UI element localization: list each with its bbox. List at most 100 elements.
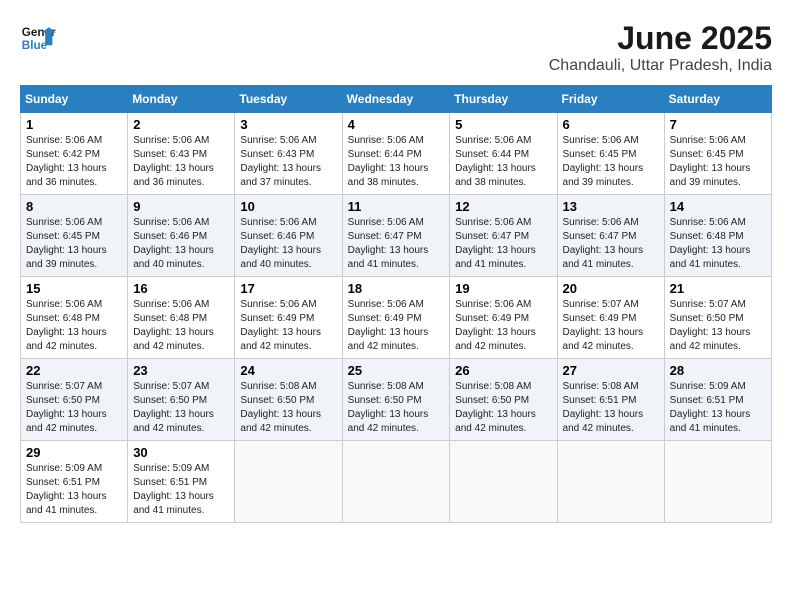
- day-number: 13: [563, 199, 659, 214]
- calendar-cell: 14 Sunrise: 5:06 AMSunset: 6:48 PMDayligh…: [664, 195, 771, 277]
- calendar-cell: [450, 441, 557, 523]
- day-info: Sunrise: 5:09 AMSunset: 6:51 PMDaylight:…: [26, 462, 122, 518]
- day-number: 9: [133, 199, 229, 214]
- calendar-cell: 16 Sunrise: 5:06 AMSunset: 6:48 PMDayligh…: [128, 277, 235, 359]
- day-number: 14: [670, 199, 766, 214]
- calendar-cell: 22Sunrise: 5:07 AMSunset: 6:50 PMDayligh…: [21, 359, 128, 441]
- calendar-cell: 13 Sunrise: 5:06 AMSunset: 6:47 PMDayligh…: [557, 195, 664, 277]
- calendar-row-4: 29 Sunrise: 5:09 AMSunset: 6:51 PMDayligh…: [21, 441, 772, 523]
- day-info: Sunrise: 5:06 AMSunset: 6:42 PMDaylight:…: [26, 134, 122, 190]
- day-info: Sunrise: 5:06 AMSunset: 6:47 PMDaylight:…: [348, 216, 445, 272]
- day-info: Sunrise: 5:06 AMSunset: 6:45 PMDaylight:…: [670, 134, 766, 190]
- location-title: Chandauli, Uttar Pradesh, India: [549, 57, 772, 75]
- day-info: Sunrise: 5:06 AMSunset: 6:47 PMDaylight:…: [455, 216, 551, 272]
- calendar-cell: 7 Sunrise: 5:06 AMSunset: 6:45 PMDaylight…: [664, 113, 771, 195]
- day-info: Sunrise: 5:06 AMSunset: 6:43 PMDaylight:…: [133, 134, 229, 190]
- day-info: Sunrise: 5:07 AMSunset: 6:50 PMDaylight:…: [133, 380, 229, 436]
- day-number: 27: [563, 363, 659, 378]
- day-info: Sunrise: 5:06 AMSunset: 6:48 PMDaylight:…: [26, 298, 122, 354]
- day-info: Sunrise: 5:09 AMSunset: 6:51 PMDaylight:…: [133, 462, 229, 518]
- calendar-cell: 5 Sunrise: 5:06 AMSunset: 6:44 PMDaylight…: [450, 113, 557, 195]
- calendar-cell: 26 Sunrise: 5:08 AMSunset: 6:50 PMDayligh…: [450, 359, 557, 441]
- day-info: Sunrise: 5:06 AMSunset: 6:49 PMDaylight:…: [348, 298, 445, 354]
- calendar-row-1: 8Sunrise: 5:06 AMSunset: 6:45 PMDaylight…: [21, 195, 772, 277]
- day-info: Sunrise: 5:06 AMSunset: 6:44 PMDaylight:…: [455, 134, 551, 190]
- calendar-cell: 19Sunrise: 5:06 AMSunset: 6:49 PMDayligh…: [450, 277, 557, 359]
- title-area: June 2025 Chandauli, Uttar Pradesh, Indi…: [549, 20, 772, 75]
- day-number: 20: [563, 281, 659, 296]
- day-info: Sunrise: 5:07 AMSunset: 6:50 PMDaylight:…: [670, 298, 766, 354]
- day-info: Sunrise: 5:06 AMSunset: 6:44 PMDaylight:…: [348, 134, 445, 190]
- calendar-cell: 24 Sunrise: 5:08 AMSunset: 6:50 PMDayligh…: [235, 359, 342, 441]
- calendar-cell: 27 Sunrise: 5:08 AMSunset: 6:51 PMDayligh…: [557, 359, 664, 441]
- day-number: 15: [26, 281, 122, 296]
- day-number: 30: [133, 445, 229, 460]
- weekday-header-thursday: Thursday: [450, 86, 557, 113]
- day-number: 28: [670, 363, 766, 378]
- weekday-header-friday: Friday: [557, 86, 664, 113]
- day-info: Sunrise: 5:06 AMSunset: 6:47 PMDaylight:…: [563, 216, 659, 272]
- day-number: 29: [26, 445, 122, 460]
- day-info: Sunrise: 5:06 AMSunset: 6:46 PMDaylight:…: [240, 216, 336, 272]
- calendar-cell: 1 Sunrise: 5:06 AMSunset: 6:42 PMDaylight…: [21, 113, 128, 195]
- calendar-cell: 20 Sunrise: 5:07 AMSunset: 6:49 PMDayligh…: [557, 277, 664, 359]
- day-number: 21: [670, 281, 766, 296]
- day-number: 7: [670, 117, 766, 132]
- calendar-cell: [664, 441, 771, 523]
- logo: General Blue: [20, 20, 56, 56]
- calendar-cell: 23 Sunrise: 5:07 AMSunset: 6:50 PMDayligh…: [128, 359, 235, 441]
- calendar-cell: 8Sunrise: 5:06 AMSunset: 6:45 PMDaylight…: [21, 195, 128, 277]
- day-number: 12: [455, 199, 551, 214]
- day-number: 5: [455, 117, 551, 132]
- day-number: 3: [240, 117, 336, 132]
- calendar-cell: 9Sunrise: 5:06 AMSunset: 6:46 PMDaylight…: [128, 195, 235, 277]
- day-number: 18: [348, 281, 445, 296]
- day-number: 6: [563, 117, 659, 132]
- day-number: 1: [26, 117, 122, 132]
- month-title: June 2025: [549, 20, 772, 57]
- weekday-header-tuesday: Tuesday: [235, 86, 342, 113]
- day-number: 24: [240, 363, 336, 378]
- day-info: Sunrise: 5:06 AMSunset: 6:45 PMDaylight:…: [563, 134, 659, 190]
- day-number: 16: [133, 281, 229, 296]
- calendar-cell: 29 Sunrise: 5:09 AMSunset: 6:51 PMDayligh…: [21, 441, 128, 523]
- day-info: Sunrise: 5:06 AMSunset: 6:48 PMDaylight:…: [133, 298, 229, 354]
- calendar-cell: 28 Sunrise: 5:09 AMSunset: 6:51 PMDayligh…: [664, 359, 771, 441]
- calendar-cell: 4 Sunrise: 5:06 AMSunset: 6:44 PMDaylight…: [342, 113, 450, 195]
- day-info: Sunrise: 5:07 AMSunset: 6:49 PMDaylight:…: [563, 298, 659, 354]
- calendar-cell: 30 Sunrise: 5:09 AMSunset: 6:51 PMDayligh…: [128, 441, 235, 523]
- day-info: Sunrise: 5:08 AMSunset: 6:50 PMDaylight:…: [240, 380, 336, 436]
- day-number: 22: [26, 363, 122, 378]
- day-number: 4: [348, 117, 445, 132]
- day-info: Sunrise: 5:08 AMSunset: 6:50 PMDaylight:…: [455, 380, 551, 436]
- day-number: 11: [348, 199, 445, 214]
- day-info: Sunrise: 5:08 AMSunset: 6:50 PMDaylight:…: [348, 380, 445, 436]
- calendar-cell: 17 Sunrise: 5:06 AMSunset: 6:49 PMDayligh…: [235, 277, 342, 359]
- calendar-cell: [557, 441, 664, 523]
- day-info: Sunrise: 5:06 AMSunset: 6:45 PMDaylight:…: [26, 216, 122, 272]
- day-info: Sunrise: 5:08 AMSunset: 6:51 PMDaylight:…: [563, 380, 659, 436]
- calendar-cell: 6 Sunrise: 5:06 AMSunset: 6:45 PMDaylight…: [557, 113, 664, 195]
- day-info: Sunrise: 5:06 AMSunset: 6:43 PMDaylight:…: [240, 134, 336, 190]
- calendar-cell: 10Sunrise: 5:06 AMSunset: 6:46 PMDayligh…: [235, 195, 342, 277]
- logo-icon: General Blue: [20, 20, 56, 56]
- calendar-cell: [235, 441, 342, 523]
- day-number: 2: [133, 117, 229, 132]
- calendar-cell: 11 Sunrise: 5:06 AMSunset: 6:47 PMDayligh…: [342, 195, 450, 277]
- calendar-cell: 25Sunrise: 5:08 AMSunset: 6:50 PMDayligh…: [342, 359, 450, 441]
- page-header: General Blue June 2025 Chandauli, Uttar …: [20, 20, 772, 75]
- weekday-header-monday: Monday: [128, 86, 235, 113]
- svg-text:Blue: Blue: [22, 39, 48, 52]
- day-info: Sunrise: 5:06 AMSunset: 6:49 PMDaylight:…: [240, 298, 336, 354]
- day-info: Sunrise: 5:06 AMSunset: 6:48 PMDaylight:…: [670, 216, 766, 272]
- day-number: 17: [240, 281, 336, 296]
- calendar-cell: 15 Sunrise: 5:06 AMSunset: 6:48 PMDayligh…: [21, 277, 128, 359]
- calendar-row-0: 1 Sunrise: 5:06 AMSunset: 6:42 PMDaylight…: [21, 113, 772, 195]
- calendar-cell: 12 Sunrise: 5:06 AMSunset: 6:47 PMDayligh…: [450, 195, 557, 277]
- calendar-cell: 21 Sunrise: 5:07 AMSunset: 6:50 PMDayligh…: [664, 277, 771, 359]
- day-info: Sunrise: 5:09 AMSunset: 6:51 PMDaylight:…: [670, 380, 766, 436]
- day-number: 23: [133, 363, 229, 378]
- weekday-header-wednesday: Wednesday: [342, 86, 450, 113]
- day-number: 26: [455, 363, 551, 378]
- weekday-header-saturday: Saturday: [664, 86, 771, 113]
